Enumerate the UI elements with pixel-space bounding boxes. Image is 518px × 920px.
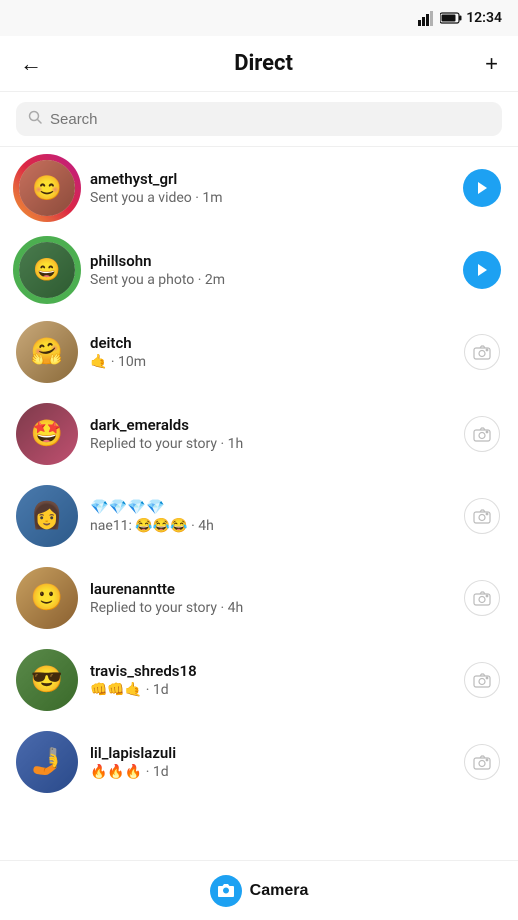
message-preview: 🤙 · 10m <box>90 354 450 370</box>
list-item[interactable]: 🤳 lil_lapislazuli 🔥🔥🔥 · 1d <box>0 721 518 803</box>
back-button[interactable]: ← <box>16 47 46 81</box>
camera-action[interactable] <box>462 332 502 372</box>
username: phillsohn <box>90 252 450 270</box>
play-icon <box>463 251 501 289</box>
camera-action[interactable] <box>462 660 502 700</box>
avatar-image: 🤗 <box>16 321 78 383</box>
username: 💎💎💎💎 <box>90 498 450 516</box>
message-content: deitch 🤙 · 10m <box>90 334 450 370</box>
camera-action[interactable] <box>462 414 502 454</box>
avatar-image: 🙂 <box>16 567 78 629</box>
camera-icon <box>464 580 500 616</box>
avatar: 😄 <box>16 239 78 301</box>
search-input[interactable] <box>50 111 490 128</box>
message-preview: 👊👊🤙 · 1d <box>90 682 450 698</box>
status-bar: 12:34 <box>0 0 518 36</box>
camera-action[interactable] <box>462 742 502 782</box>
avatar-image: 😄 <box>19 242 75 298</box>
top-nav: ← Direct + <box>0 36 518 92</box>
list-item[interactable]: 🤩 dark_emeralds Replied to your story · … <box>0 393 518 475</box>
status-icons: 12:34 <box>418 10 502 26</box>
camera-btn-icon <box>210 875 242 907</box>
add-button[interactable]: + <box>481 47 502 81</box>
camera-button[interactable]: Camera <box>210 875 309 907</box>
camera-icon <box>464 744 500 780</box>
status-time: 12:34 <box>466 10 502 26</box>
camera-icon <box>464 662 500 698</box>
message-preview: nae11: 😂😂😂 · 4h <box>90 518 450 534</box>
message-list: 😊 amethyst_grl Sent you a video · 1m <box>0 147 518 803</box>
camera-icon <box>464 416 500 452</box>
battery-icon <box>440 12 462 24</box>
username: travis_shreds18 <box>90 662 450 680</box>
avatar: 🤳 <box>16 731 78 793</box>
username: laurenanntte <box>90 580 450 598</box>
camera-icon <box>464 334 500 370</box>
camera-action[interactable] <box>462 496 502 536</box>
avatar: 🤗 <box>16 321 78 383</box>
avatar-image: 🤩 <box>16 403 78 465</box>
play-icon <box>463 169 501 207</box>
avatar-image: 🤳 <box>16 731 78 793</box>
message-content: dark_emeralds Replied to your story · 1h <box>90 416 450 452</box>
bottom-bar: Camera <box>0 860 518 920</box>
message-content: travis_shreds18 👊👊🤙 · 1d <box>90 662 450 698</box>
message-preview: Replied to your story · 1h <box>90 436 450 452</box>
camera-icon <box>464 498 500 534</box>
username: amethyst_grl <box>90 170 450 188</box>
username: deitch <box>90 334 450 352</box>
avatar: 👩 <box>16 485 78 547</box>
message-preview: Sent you a video · 1m <box>90 190 450 206</box>
message-preview: Sent you a photo · 2m <box>90 272 450 288</box>
camera-action[interactable] <box>462 578 502 618</box>
play-button[interactable] <box>462 250 502 290</box>
list-item[interactable]: 😊 amethyst_grl Sent you a video · 1m <box>0 147 518 229</box>
message-content: phillsohn Sent you a photo · 2m <box>90 252 450 288</box>
list-item[interactable]: 👩 💎💎💎💎 nae11: 😂😂😂 · 4h <box>0 475 518 557</box>
message-content: amethyst_grl Sent you a video · 1m <box>90 170 450 206</box>
avatar: 😎 <box>16 649 78 711</box>
avatar: 😊 <box>16 157 78 219</box>
message-content: lil_lapislazuli 🔥🔥🔥 · 1d <box>90 744 450 780</box>
list-item[interactable]: 🤗 deitch 🤙 · 10m <box>0 311 518 393</box>
page-title: Direct <box>234 51 293 76</box>
search-bar <box>0 92 518 147</box>
avatar: 🙂 <box>16 567 78 629</box>
avatar-image: 👩 <box>16 485 78 547</box>
camera-label: Camera <box>250 882 309 900</box>
search-icon <box>28 110 42 128</box>
username: lil_lapislazuli <box>90 744 450 762</box>
list-item[interactable]: 😎 travis_shreds18 👊👊🤙 · 1d <box>0 639 518 721</box>
message-content: 💎💎💎💎 nae11: 😂😂😂 · 4h <box>90 498 450 534</box>
signal-icon <box>418 10 436 26</box>
avatar: 🤩 <box>16 403 78 465</box>
search-input-wrap <box>16 102 502 136</box>
avatar-image: 😎 <box>16 649 78 711</box>
message-preview: Replied to your story · 4h <box>90 600 450 616</box>
list-item[interactable]: 🙂 laurenanntte Replied to your story · 4… <box>0 557 518 639</box>
play-button[interactable] <box>462 168 502 208</box>
username: dark_emeralds <box>90 416 450 434</box>
avatar-image: 😊 <box>19 160 75 216</box>
list-item[interactable]: 😄 phillsohn Sent you a photo · 2m <box>0 229 518 311</box>
message-preview: 🔥🔥🔥 · 1d <box>90 764 450 780</box>
message-content: laurenanntte Replied to your story · 4h <box>90 580 450 616</box>
